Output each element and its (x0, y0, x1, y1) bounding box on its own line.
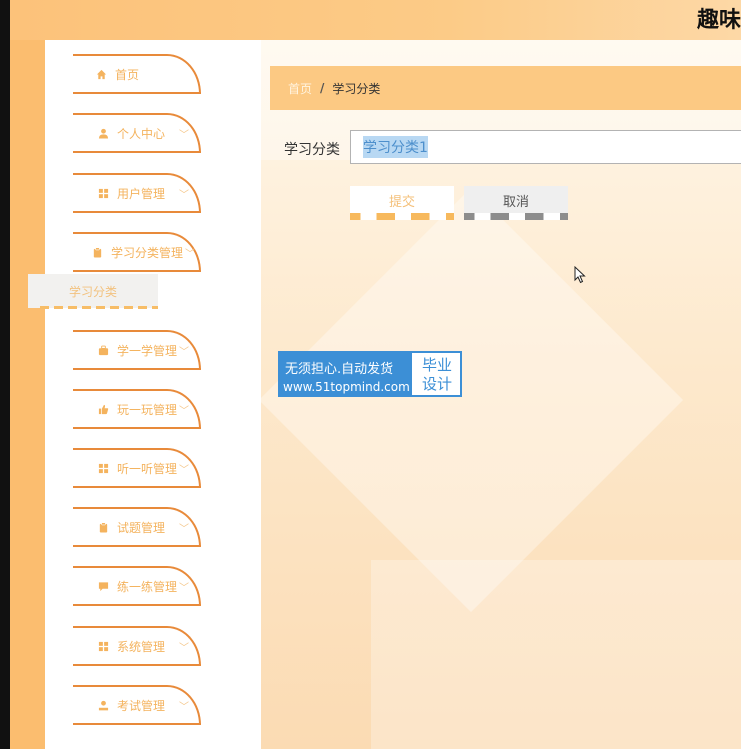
app-title: 趣味 (696, 8, 741, 33)
sidebar-item-play-management[interactable]: 玩一玩管理 ﹀ (73, 389, 201, 429)
watermark-line2: www.51topmind.com (283, 380, 410, 394)
mouse-cursor-icon (574, 265, 586, 288)
watermark-left: 无须担心.自动发货 www.51topmind.com (280, 353, 412, 395)
chevron-down-icon: ﹀ (179, 465, 189, 476)
chat-icon (97, 580, 109, 592)
sidebar-item-label: 学习分类管理 (111, 245, 184, 260)
sidebar-item-personal-center[interactable]: 个人中心 ﹀ (73, 113, 201, 153)
chevron-down-icon: ﹀ (179, 130, 189, 141)
submenu-dashed-underline (40, 306, 158, 309)
cancel-button[interactable]: 取消 (464, 186, 568, 220)
sidebar-item-label: 首页 (115, 67, 140, 82)
study-category-input-value: 学习分类1 (363, 136, 428, 158)
grid-icon (97, 187, 109, 199)
sidebar-item-practice-management[interactable]: 练一练管理 ﹀ (73, 566, 201, 606)
thumbs-up-icon (97, 403, 109, 415)
sidebar-item-label: 练一练管理 (117, 579, 178, 594)
sidebar-item-label: 考试管理 (117, 698, 166, 713)
window-edge (0, 0, 10, 749)
sidebar-item-label: 试题管理 (117, 520, 166, 535)
background-shape (261, 187, 684, 613)
sidebar-item-system-management[interactable]: 系统管理 ﹀ (73, 626, 201, 666)
sidebar-accent-strip (10, 40, 45, 749)
sidebar-item-exam-management[interactable]: 考试管理 ﹀ (73, 685, 201, 725)
study-category-input[interactable]: 学习分类1 (350, 130, 741, 164)
grid-icon (97, 640, 109, 652)
watermark-right-line1: 毕业 (421, 356, 452, 374)
chevron-down-icon: ﹀ (179, 190, 189, 201)
chevron-down-icon: ﹀ (179, 702, 189, 713)
chevron-down-icon: ﹀ (179, 406, 189, 417)
breadcrumb-current: 学习分类 (332, 81, 381, 96)
watermark-line1: 无须担心.自动发货 (285, 362, 394, 377)
sidebar-item-listen-management[interactable]: 听一听管理 ﹀ (73, 448, 201, 488)
sidebar-item-label: 玩一玩管理 (117, 402, 178, 417)
sidebar-item-label: 系统管理 (117, 639, 166, 654)
person-icon (97, 699, 109, 711)
grid-icon (97, 462, 109, 474)
home-icon (95, 68, 107, 80)
user-icon (97, 127, 109, 139)
sidebar-item-label: 个人中心 (117, 126, 166, 141)
background-shape (371, 560, 741, 749)
chevron-down-icon: ﹀ (179, 524, 189, 535)
breadcrumb: 首页 / 学习分类 (270, 66, 741, 110)
sidebar-item-home[interactable]: 首页 (73, 54, 201, 94)
sidebar-item-label: 听一听管理 (117, 461, 178, 476)
sidebar-item-learn-management[interactable]: 学一学管理 ﹀ (73, 330, 201, 370)
sidebar-subitem-study-category[interactable]: 学习分类 (28, 274, 158, 308)
sidebar-item-user-management[interactable]: 用户管理 ﹀ (73, 173, 201, 213)
chevron-down-icon: ﹀ (179, 583, 189, 594)
sidebar-item-label: 学一学管理 (117, 343, 178, 358)
sidebar-item-question-management[interactable]: 试题管理 ﹀ (73, 507, 201, 547)
briefcase-icon (97, 344, 109, 356)
clipboard-icon (97, 521, 109, 533)
chevron-down-icon: ﹀ (179, 347, 189, 358)
sidebar: 首页 个人中心 ﹀ 用户管理 ﹀ 学习分类管理 ﹀ 学一学管理 ﹀ 玩一玩管理 (45, 40, 261, 749)
chevron-down-icon: ﹀ (179, 643, 189, 654)
sidebar-item-study-category-management[interactable]: 学习分类管理 ﹀ (73, 232, 201, 272)
breadcrumb-home[interactable]: 首页 (288, 80, 312, 97)
chevron-down-icon: ﹀ (185, 249, 195, 260)
breadcrumb-separator: / (320, 81, 325, 95)
watermark-badge: 无须担心.自动发货 www.51topmind.com 毕业 设计 (278, 351, 462, 397)
sidebar-item-label: 用户管理 (117, 186, 166, 201)
watermark-right-line2: 设计 (421, 375, 452, 393)
top-header: 趣味 (10, 0, 741, 40)
watermark-right: 毕业 设计 (416, 356, 458, 394)
clipboard-icon (91, 246, 103, 258)
submit-button[interactable]: 提交 (350, 186, 454, 220)
study-category-label: 学习分类 (284, 142, 340, 158)
